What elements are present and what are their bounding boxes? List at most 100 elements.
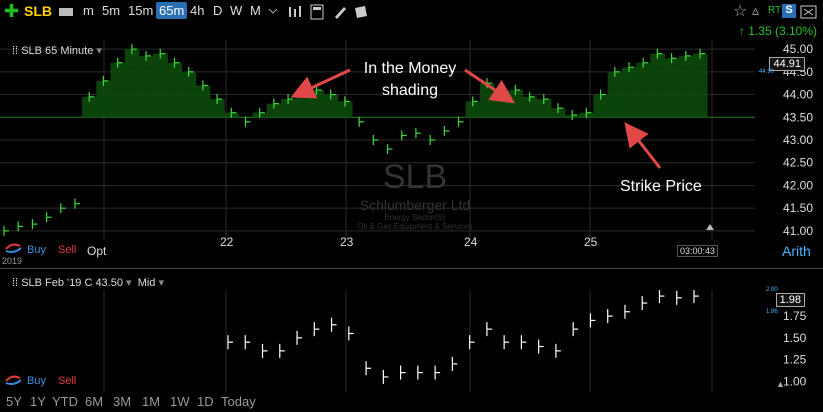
interval-4h[interactable]: 4h bbox=[190, 3, 204, 18]
lower-buy-button[interactable]: Buy bbox=[27, 375, 46, 387]
top-toolbar: ✚ SLB m 5m 15m 65m 4h D W M ☆ ▵ RT S bbox=[0, 0, 823, 24]
lower-small-top: 2.00 bbox=[766, 287, 778, 293]
itm-shading bbox=[110, 62, 126, 118]
y-tick-label: 43.00 bbox=[783, 133, 813, 147]
y-tick-label: 41.50 bbox=[783, 201, 813, 215]
timeframe-1w[interactable]: 1W bbox=[170, 394, 190, 409]
x-tick-label: 23 bbox=[340, 235, 354, 249]
lower-small-bottom: 1.96 bbox=[766, 309, 778, 315]
interval-m[interactable]: m bbox=[83, 3, 94, 18]
year-label: 2019 bbox=[2, 256, 23, 266]
opt-button[interactable]: Opt bbox=[87, 244, 106, 258]
x-tick-label: 24 bbox=[464, 235, 478, 249]
chevron-down-icon[interactable]: ▾ bbox=[126, 277, 132, 289]
itm-shading bbox=[636, 62, 651, 118]
chevron-down-icon[interactable]: ▾ bbox=[96, 45, 102, 57]
up-arrow-icon: ↑ bbox=[738, 24, 745, 38]
drag-icon[interactable]: ⁞⁞ bbox=[12, 45, 18, 57]
itm-shading bbox=[678, 55, 694, 118]
notes-icon[interactable] bbox=[353, 4, 369, 20]
chevron-down-icon[interactable]: ▾ bbox=[158, 277, 164, 289]
pencil-icon[interactable] bbox=[332, 4, 348, 20]
upper-sell-button[interactable]: Sell bbox=[58, 244, 76, 256]
lower-chart[interactable]: 1.00 1.25 1.50 1.75 bbox=[0, 290, 823, 392]
y-tick-label: 1.25 bbox=[783, 353, 807, 367]
y-tick-label: 1.75 bbox=[783, 309, 807, 323]
watermark-company: Schlumberger Ltd bbox=[359, 197, 471, 213]
scale-toggle[interactable]: Arith bbox=[782, 243, 811, 259]
interval-15m[interactable]: 15m bbox=[128, 3, 153, 18]
upper-chart-title[interactable]: ⁞⁞ SLB 65 Minute ▾ bbox=[12, 44, 102, 57]
timeframe-bar: 5Y 1Y YTD 6M 3M 1M 1W 1D Today bbox=[0, 392, 823, 412]
itm-shading bbox=[664, 58, 680, 118]
y-tick-label: 44.00 bbox=[783, 88, 813, 102]
annotation-in-the-money: In the Money shading bbox=[340, 58, 480, 102]
watermark-industry: Oil & Gas Equipment & Services bbox=[357, 222, 473, 231]
y-tick-label: 41.00 bbox=[783, 224, 813, 238]
lower-price-box: 1.98 bbox=[775, 293, 805, 307]
itm-shading bbox=[607, 71, 623, 118]
interval-w[interactable]: W bbox=[230, 3, 242, 18]
itm-shading bbox=[181, 71, 197, 118]
trade-arrows-icon[interactable] bbox=[4, 372, 24, 386]
upper-small-price: 44.90 bbox=[759, 69, 775, 75]
alert-icon[interactable]: ▵ bbox=[752, 2, 759, 19]
interval-5m[interactable]: 5m bbox=[102, 3, 120, 18]
itm-shading bbox=[692, 53, 708, 118]
itm-shading bbox=[621, 67, 637, 118]
symbol-field[interactable]: SLB bbox=[24, 3, 52, 19]
chart-type-icon[interactable] bbox=[287, 4, 303, 20]
timeframe-5y[interactable]: 5Y bbox=[6, 394, 22, 409]
timeframe-6m[interactable]: 6M bbox=[85, 394, 103, 409]
star-icon[interactable]: ☆ bbox=[733, 1, 747, 21]
timeframe-1m[interactable]: 1M bbox=[142, 394, 160, 409]
up-triangle-icon[interactable]: ▲ bbox=[776, 379, 785, 389]
upper-buy-button[interactable]: Buy bbox=[27, 244, 46, 256]
annotation-itm-line1: In the Money bbox=[363, 60, 457, 77]
itm-shading bbox=[650, 53, 665, 118]
watermark: SLB Schlumberger Ltd Energy Sector(S) Oi… bbox=[320, 158, 510, 231]
y-tick-label: 42.00 bbox=[783, 178, 813, 192]
lower-chart-title[interactable]: ⁞⁞ SLB Feb '19 C 43.50 ▾ Mid ▾ bbox=[12, 276, 164, 289]
timeframe-1d[interactable]: 1D bbox=[197, 394, 214, 409]
x-tick-label: 25 bbox=[584, 235, 598, 249]
itm-shading bbox=[479, 83, 495, 118]
s-button[interactable]: S bbox=[782, 4, 796, 18]
timeframe-3m[interactable]: 3M bbox=[113, 394, 131, 409]
itm-shading bbox=[96, 80, 112, 118]
interval-65m[interactable]: 65m bbox=[156, 2, 188, 19]
calculator-icon[interactable] bbox=[309, 4, 325, 20]
upper-chart-title-text: SLB 65 Minute bbox=[21, 45, 94, 57]
x-tick-label: 22 bbox=[220, 235, 234, 249]
trade-arrows-icon[interactable] bbox=[4, 240, 24, 254]
y-tick-label: 42.50 bbox=[783, 156, 813, 170]
chevron-down-icon[interactable] bbox=[268, 6, 278, 16]
timeframe-today[interactable]: Today bbox=[221, 394, 256, 409]
pane-divider[interactable] bbox=[0, 268, 823, 269]
y-tick-label: 43.50 bbox=[783, 110, 813, 124]
change-value: 1.35 (3.10%) bbox=[748, 24, 817, 38]
toolbar-icon[interactable] bbox=[58, 5, 74, 18]
lower-chart-title-text: SLB Feb '19 C 43.50 bbox=[21, 277, 123, 289]
realtime-badge: RT bbox=[768, 5, 782, 16]
upper-price-box: 44.91 bbox=[769, 57, 805, 71]
itm-shading bbox=[124, 49, 140, 118]
drag-icon[interactable]: ⁞⁞ bbox=[12, 277, 18, 289]
watermark-sector: Energy Sector(S) bbox=[384, 213, 446, 222]
interval-d[interactable]: D bbox=[213, 3, 222, 18]
y-tick-label: 1.50 bbox=[783, 331, 807, 345]
time-label: 03:00:43 bbox=[677, 245, 719, 257]
add-symbol-icon[interactable]: ✚ bbox=[4, 2, 19, 20]
timeframe-1y[interactable]: 1Y bbox=[30, 394, 46, 409]
y-tick-label: 45.00 bbox=[783, 42, 813, 56]
itm-shading bbox=[153, 53, 168, 118]
window-icon[interactable] bbox=[800, 4, 818, 20]
itm-shading bbox=[167, 62, 183, 118]
interval-m-monthly[interactable]: M bbox=[250, 3, 261, 18]
lower-sell-button[interactable]: Sell bbox=[58, 375, 76, 387]
y-tick-label: 1.00 bbox=[783, 374, 807, 388]
price-mode[interactable]: Mid bbox=[138, 277, 156, 289]
itm-shading bbox=[138, 55, 154, 118]
annotation-itm-line2: shading bbox=[381, 82, 439, 99]
timeframe-ytd[interactable]: YTD bbox=[52, 394, 78, 409]
